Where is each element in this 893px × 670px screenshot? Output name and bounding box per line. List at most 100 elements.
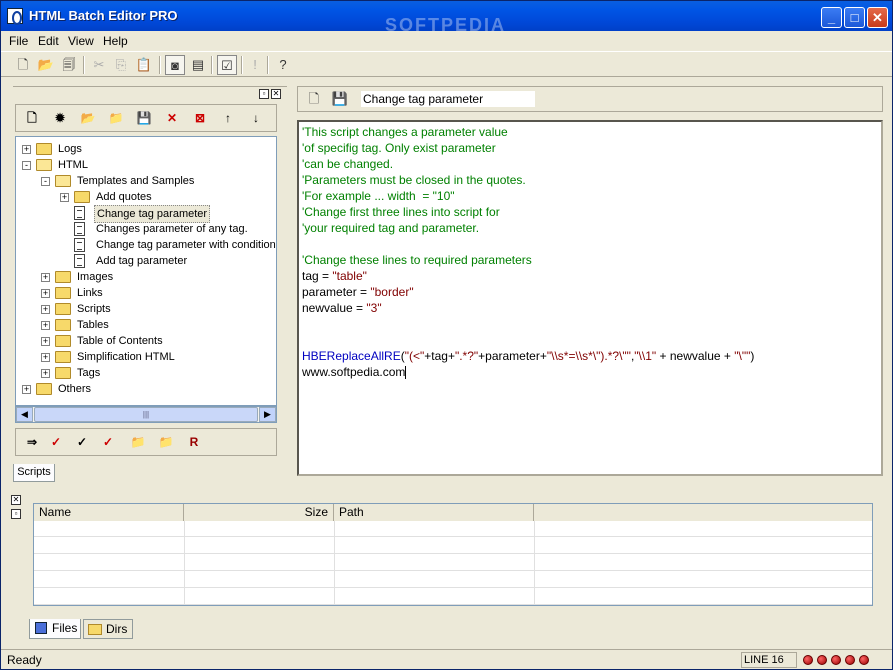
- delete-all-icon[interactable]: ⊠: [190, 109, 210, 127]
- save-icon[interactable]: 💾: [134, 109, 154, 127]
- status-led-icon: [845, 655, 855, 665]
- expand-icon[interactable]: +: [41, 273, 50, 282]
- new-icon[interactable]: 🗋: [304, 89, 324, 109]
- code-token: "border": [370, 285, 414, 299]
- list-row[interactable]: [34, 521, 872, 537]
- close-button[interactable]: ✕: [867, 7, 888, 28]
- scrollbar-thumb[interactable]: |||: [34, 407, 258, 422]
- document-icon[interactable]: ▤: [188, 55, 208, 75]
- expand-icon[interactable]: +: [41, 337, 50, 346]
- files-list[interactable]: Name Size Path: [33, 503, 873, 606]
- title-bar[interactable]: HTML Batch Editor PRO SOFTPEDIA _ □ ✕: [1, 1, 892, 35]
- invert-check-icon[interactable]: ✓: [98, 433, 118, 451]
- code-token: 'your required tag and parameter.: [302, 221, 480, 235]
- list-row[interactable]: [34, 555, 872, 571]
- column-size[interactable]: Size: [184, 504, 334, 521]
- tree-item-label: Others: [58, 383, 92, 395]
- code-token: + newvalue +: [656, 349, 735, 363]
- collapse-icon[interactable]: -: [41, 177, 50, 186]
- remove-folder-icon[interactable]: 📁: [156, 433, 176, 451]
- text-caret: [405, 366, 407, 380]
- menu-edit[interactable]: Edit: [38, 34, 59, 48]
- code-token: 'Change first three lines into script fo…: [302, 205, 500, 219]
- open-folder-icon[interactable]: 📂: [78, 109, 98, 127]
- scroll-left-icon[interactable]: ◀: [16, 407, 33, 422]
- toolbar-separator: [241, 56, 243, 74]
- expand-icon[interactable]: +: [41, 353, 50, 362]
- tree-item-label: Change tag parameter with condition: [96, 239, 276, 251]
- list-row[interactable]: [34, 589, 872, 605]
- code-token: "\\s*=\\s*\").*?\"": [546, 349, 631, 363]
- close-panel-icon[interactable]: ✕: [11, 495, 21, 505]
- check-all-icon[interactable]: ✓: [46, 433, 66, 451]
- menu-file[interactable]: File: [9, 34, 28, 48]
- close-panel-icon[interactable]: ✕: [271, 89, 281, 99]
- run-script-icon[interactable]: ☑: [217, 55, 237, 75]
- code-token: 'This script changes a parameter value: [302, 125, 508, 139]
- script-name-field[interactable]: Change tag parameter: [360, 90, 536, 108]
- new-script-icon[interactable]: 🗋: [22, 109, 42, 127]
- registry-icon[interactable]: R: [184, 433, 204, 451]
- tree-item-label: Images: [77, 271, 114, 283]
- tree-horizontal-scrollbar[interactable]: ◀ ||| ▶: [15, 406, 277, 423]
- collapse-icon[interactable]: -: [22, 161, 31, 170]
- copy-icon[interactable]: ⎘: [111, 55, 131, 75]
- open-folder-icon[interactable]: 📂: [36, 55, 56, 75]
- save-all-icon[interactable]: 🗐: [59, 55, 79, 75]
- list-row[interactable]: [34, 538, 872, 554]
- exclamation-icon[interactable]: !: [245, 55, 265, 75]
- help-icon[interactable]: ?: [273, 55, 293, 75]
- toolbar-separator: [267, 56, 269, 74]
- tree-item-label: Logs: [58, 143, 82, 155]
- menu-help[interactable]: Help: [103, 34, 128, 48]
- folder-icon: [55, 175, 71, 187]
- save-icon[interactable]: 💾: [330, 89, 350, 109]
- restore-panel-icon[interactable]: ▫: [11, 509, 21, 519]
- list-row[interactable]: [34, 572, 872, 588]
- code-editor[interactable]: 'This script changes a parameter value 'o…: [297, 120, 883, 476]
- restore-panel-icon[interactable]: ▫: [259, 89, 269, 99]
- folder-icon: [74, 191, 90, 203]
- tree-toolbar: 🗋 ✹ 📂 📁 💾 ✕ ⊠ ↑ ↓: [15, 104, 277, 132]
- tab-scripts[interactable]: Scripts: [13, 464, 55, 482]
- move-up-icon[interactable]: ↑: [218, 109, 238, 127]
- code-line: 'of specifig tag. Only exist parameter: [302, 140, 496, 156]
- code-line: www.softpedia.com: [302, 364, 407, 380]
- code-token: "\\1": [634, 349, 657, 363]
- column-name[interactable]: Name: [34, 504, 184, 521]
- cut-icon[interactable]: ✂: [89, 55, 109, 75]
- tab-dirs[interactable]: Dirs: [83, 619, 133, 639]
- expand-icon[interactable]: +: [22, 385, 31, 394]
- add-folder-icon[interactable]: 📁: [106, 109, 126, 127]
- expand-icon[interactable]: +: [41, 369, 50, 378]
- move-down-icon[interactable]: ↓: [246, 109, 266, 127]
- scroll-right-icon[interactable]: ▶: [259, 407, 276, 422]
- expand-icon[interactable]: +: [41, 305, 50, 314]
- code-token: "table": [332, 269, 367, 283]
- script-icon: [74, 222, 85, 236]
- column-path[interactable]: Path: [334, 504, 534, 521]
- script-icon: [74, 206, 85, 220]
- delete-icon[interactable]: ✕: [162, 109, 182, 127]
- scripts-tree[interactable]: + Logs - HTML - Templates and Samples + Add quo…: [15, 136, 277, 406]
- tab-files[interactable]: Files: [29, 619, 81, 639]
- uncheck-all-icon[interactable]: ✓: [72, 433, 92, 451]
- minimize-button[interactable]: _: [821, 7, 842, 28]
- tree-item-label: HTML: [58, 159, 88, 171]
- new-icon[interactable]: 🗋: [13, 55, 33, 75]
- tree-item-label: Templates and Samples: [77, 175, 195, 187]
- paste-icon[interactable]: 📋: [134, 55, 154, 75]
- expand-icon[interactable]: +: [41, 321, 50, 330]
- add-folder-icon[interactable]: 📁: [128, 433, 148, 451]
- code-token: HBEReplaceAllRE: [302, 349, 401, 363]
- new-folder-icon[interactable]: ✹: [50, 109, 70, 127]
- folder-icon: [36, 143, 52, 155]
- expand-icon[interactable]: +: [41, 289, 50, 298]
- toggle-panel-icon[interactable]: ◙: [165, 55, 185, 75]
- code-token: "3": [366, 301, 382, 315]
- menu-view[interactable]: View: [68, 34, 94, 48]
- maximize-button[interactable]: □: [844, 7, 865, 28]
- expand-icon[interactable]: +: [60, 193, 69, 202]
- run-icon[interactable]: ⇒: [22, 433, 42, 451]
- expand-icon[interactable]: +: [22, 145, 31, 154]
